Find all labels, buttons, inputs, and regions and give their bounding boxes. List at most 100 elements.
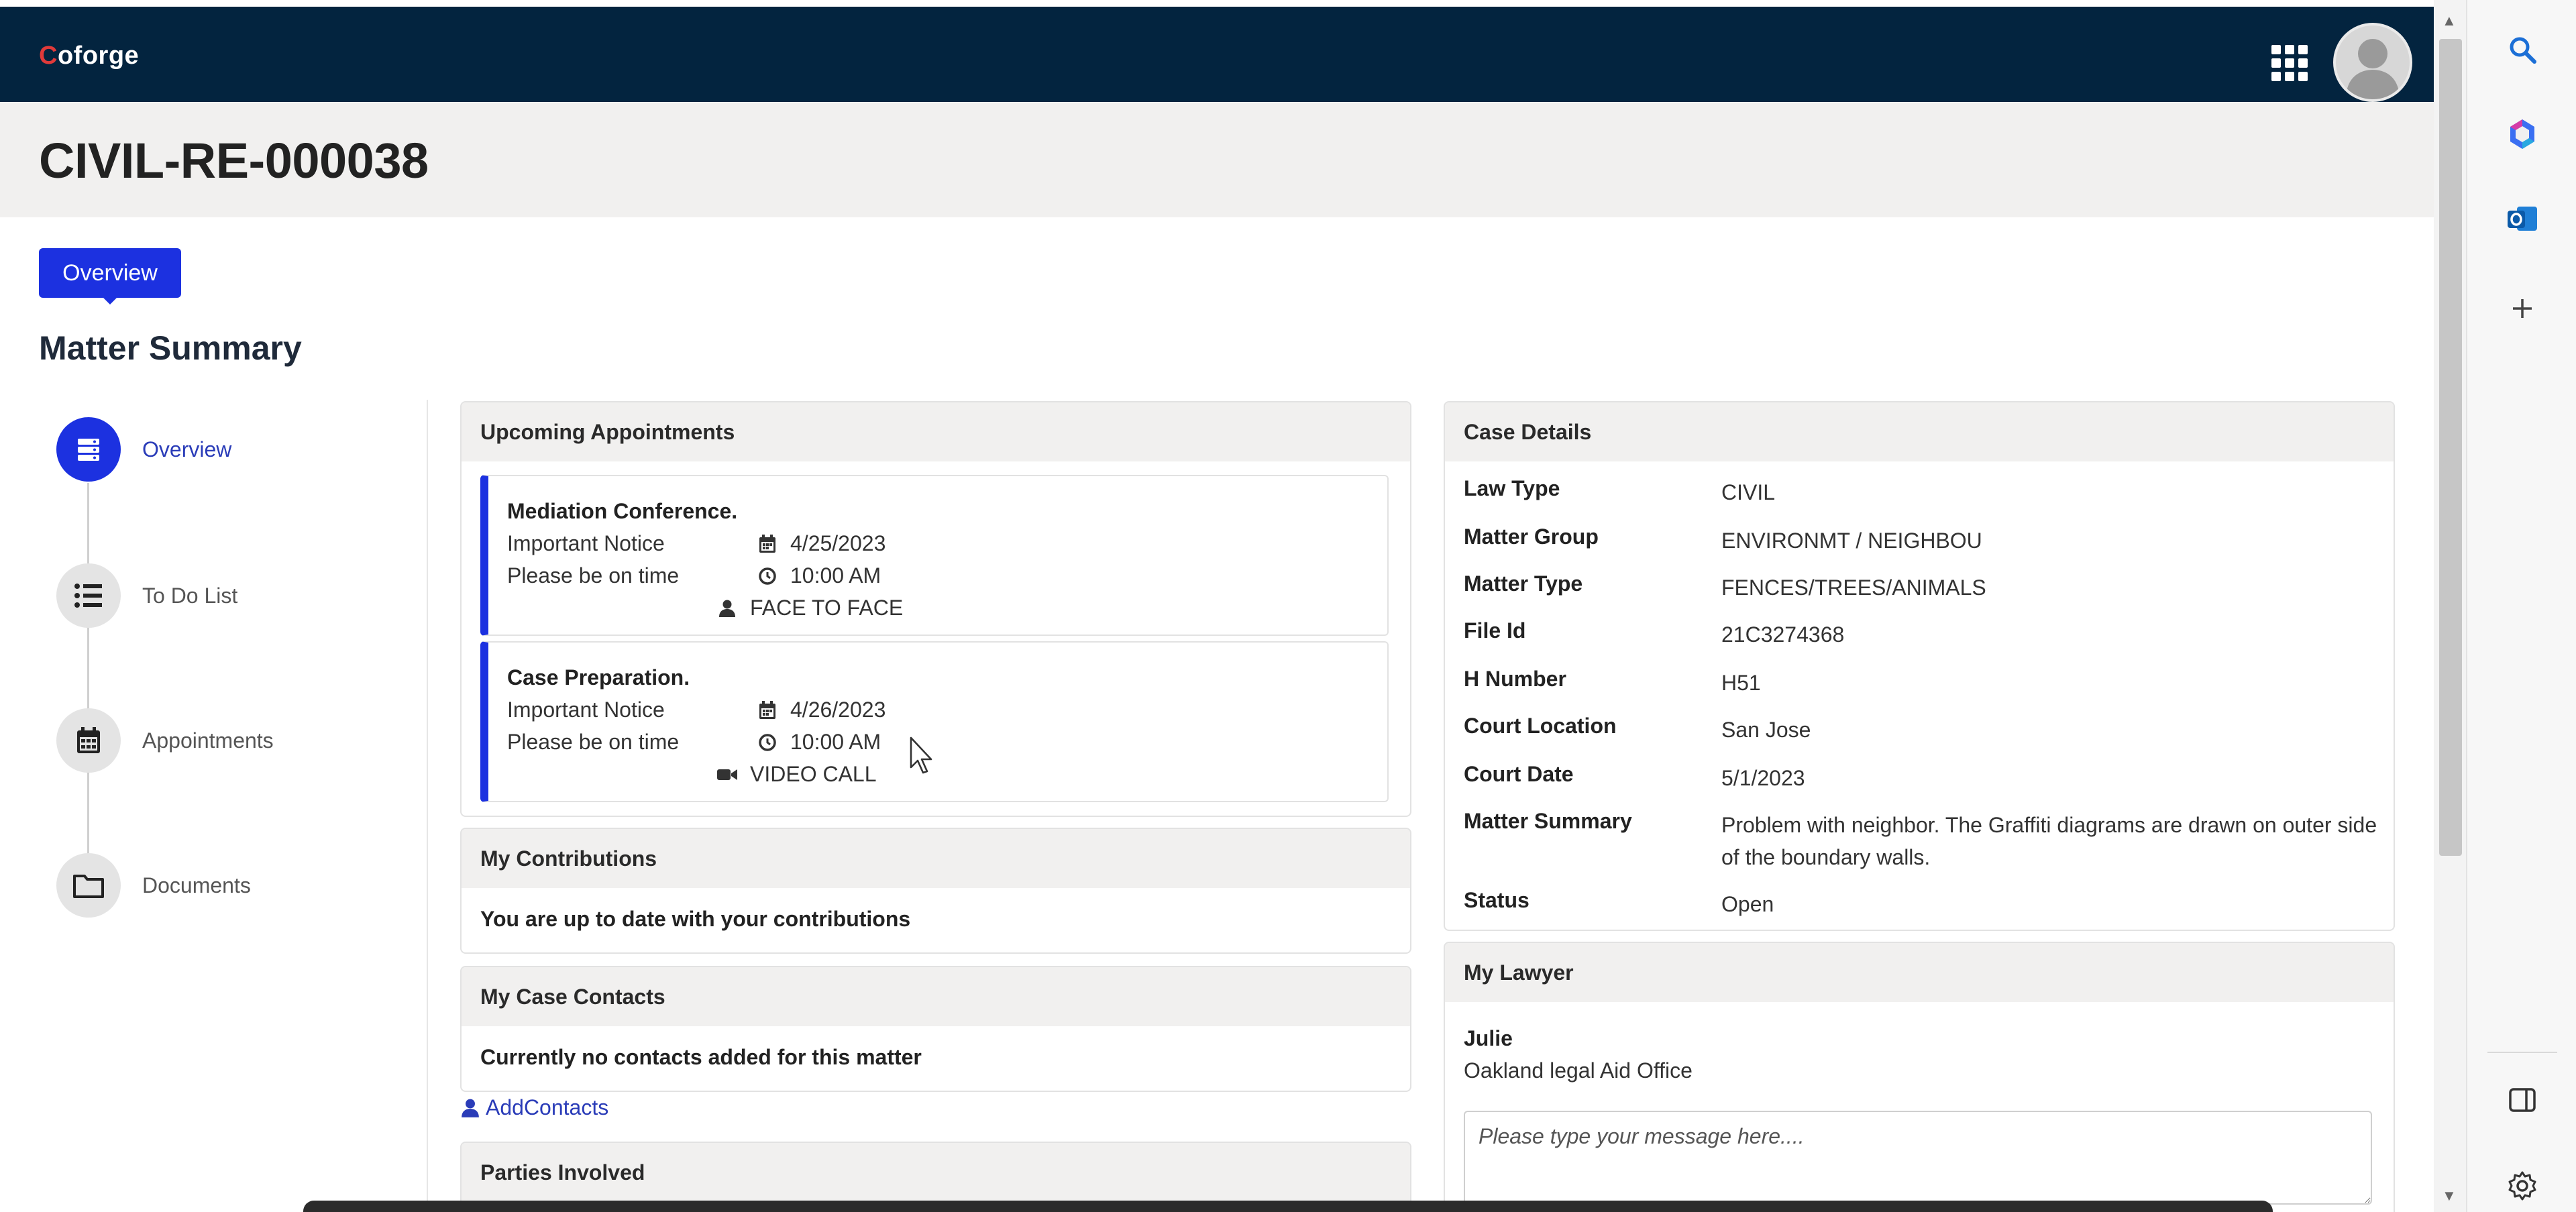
card-header: My Case Contacts [462, 967, 1410, 1026]
settings-gear-icon[interactable] [2493, 1156, 2552, 1212]
lawyer-name: Julie [1464, 1026, 1513, 1050]
sidebar-divider [427, 400, 428, 1212]
appointment-date-text: 4/25/2023 [790, 531, 886, 555]
appointment-mode: VIDEO CALL [716, 762, 877, 787]
top-navbar: Coforge [0, 7, 2434, 102]
calendar-icon [757, 533, 778, 555]
browser-sidebar [2466, 0, 2576, 1212]
page-title: CIVIL-RE-000038 [39, 133, 429, 188]
section-title: Matter Summary [39, 329, 302, 367]
scroll-up-icon[interactable]: ▲ [2442, 12, 2457, 30]
calendar-icon [757, 700, 778, 721]
lawyer-office: Oakland legal Aid Office [1464, 1058, 1693, 1083]
person-silhouette-icon [2346, 39, 2400, 99]
appointment-item[interactable]: Case Preparation. Important Notice Pleas… [480, 641, 1389, 802]
detail-value: H51 [1721, 671, 1761, 695]
person-icon [462, 1099, 479, 1117]
overview-icon [56, 417, 121, 482]
detail-value: San Jose [1721, 718, 1811, 742]
appointment-mode-text: VIDEO CALL [750, 762, 877, 786]
stepper-item-documents[interactable]: Documents [56, 853, 405, 918]
user-avatar[interactable] [2333, 23, 2412, 102]
person-icon [716, 598, 738, 619]
search-icon[interactable] [2493, 20, 2552, 79]
contributions-text: You are up to date with your contributio… [480, 907, 911, 931]
detail-value: 21C3274368 [1721, 622, 1845, 647]
add-icon[interactable] [2493, 279, 2552, 338]
contributions-card: My Contributions You are up to date with… [460, 828, 1411, 954]
stepper-label: Documents [142, 873, 251, 897]
appointment-reminder: Please be on time [507, 563, 680, 588]
detail-key: Matter Group [1464, 525, 1599, 549]
copilot-icon[interactable] [2493, 105, 2552, 164]
appointment-notice: Important Notice [507, 698, 665, 722]
detail-value: ENVIRONMT / NEIGHBOU [1721, 529, 1982, 553]
appointment-mode: FACE TO FACE [716, 596, 903, 620]
appointment-reminder: Please be on time [507, 730, 680, 754]
detail-key: Status [1464, 888, 1529, 912]
folder-icon [56, 853, 121, 918]
appointment-date-text: 4/26/2023 [790, 698, 886, 722]
tab-overview[interactable]: Overview [39, 248, 181, 305]
appointment-date: 4/25/2023 [757, 531, 885, 556]
appointment-item[interactable]: Mediation Conference. Important Notice P… [480, 475, 1389, 636]
appointment-notice: Important Notice [507, 531, 665, 555]
message-input[interactable] [1464, 1111, 2372, 1205]
appointment-mode-text: FACE TO FACE [750, 596, 904, 620]
list-icon [56, 563, 121, 628]
video-icon [716, 764, 738, 785]
mouse-pointer-icon [910, 736, 932, 774]
case-details-card: Case Details Law Type CIVIL Matter Group E… [1444, 401, 2395, 931]
appointment-title: Case Preparation. [507, 665, 690, 690]
stepper-label: Overview [142, 437, 232, 461]
appointment-time-text: 10:00 AM [790, 730, 881, 754]
card-header: My Lawyer [1445, 943, 2394, 1002]
coforge-logo[interactable]: Coforge [39, 42, 139, 70]
detail-key: Matter Type [1464, 571, 1583, 596]
appointment-time: 10:00 AM [757, 730, 881, 755]
detail-key: File Id [1464, 618, 1526, 643]
calendar-icon [56, 708, 121, 773]
clock-icon [757, 732, 778, 753]
taskbar-edge [303, 1201, 2273, 1212]
detail-key: Court Location [1464, 714, 1617, 738]
stepper-label: To Do List [142, 583, 238, 608]
appointment-date: 4/26/2023 [757, 698, 885, 722]
detail-value: CIVIL [1721, 480, 1776, 504]
scrollbar-thumb[interactable] [2439, 39, 2462, 856]
appointment-time-text: 10:00 AM [790, 563, 881, 588]
detail-key: H Number [1464, 667, 1566, 691]
appointment-time: 10:00 AM [757, 563, 881, 588]
lawyer-card: My Lawyer Julie Oakland legal Aid Office [1444, 942, 2395, 1212]
apps-grid-icon[interactable] [2271, 45, 2309, 82]
add-contacts-link[interactable]: AddContacts [460, 1095, 608, 1120]
logo-letter: C [39, 42, 58, 70]
stepper-item-appointments[interactable]: Appointments [56, 708, 405, 773]
detail-value: 5/1/2023 [1721, 766, 1805, 790]
sidebar-separator [2487, 1052, 2557, 1053]
stepper-line [87, 483, 89, 885]
sidebar-toggle-icon[interactable] [2493, 1070, 2552, 1130]
contacts-card: My Case Contacts Currently no contacts a… [460, 966, 1411, 1092]
clock-icon [757, 565, 778, 587]
card-header: Upcoming Appointments [462, 402, 1410, 461]
stepper-label: Appointments [142, 728, 274, 753]
detail-value: Open [1721, 892, 1774, 916]
outlook-icon[interactable] [2493, 189, 2552, 248]
card-header: Case Details [1445, 402, 2394, 461]
add-contacts-label: AddContacts [486, 1095, 609, 1119]
detail-value: Problem with neighbor. The Graffiti diag… [1721, 813, 2377, 869]
detail-key: Law Type [1464, 476, 1560, 500]
page-header: CIVIL-RE-000038 [0, 102, 2434, 217]
stepper-item-todo[interactable]: To Do List [56, 563, 405, 628]
logo-text: oforge [57, 42, 140, 70]
stepper-item-overview[interactable]: Overview [56, 417, 405, 482]
appointment-title: Mediation Conference. [507, 499, 738, 523]
card-header: My Contributions [462, 829, 1410, 888]
detail-key: Matter Summary [1464, 809, 1632, 833]
scroll-down-icon[interactable]: ▼ [2442, 1187, 2457, 1205]
detail-key: Court Date [1464, 762, 1574, 786]
detail-value: FENCES/TREES/ANIMALS [1721, 575, 1986, 600]
contacts-text: Currently no contacts added for this mat… [480, 1045, 922, 1069]
card-header: Parties Involved [462, 1143, 1410, 1202]
